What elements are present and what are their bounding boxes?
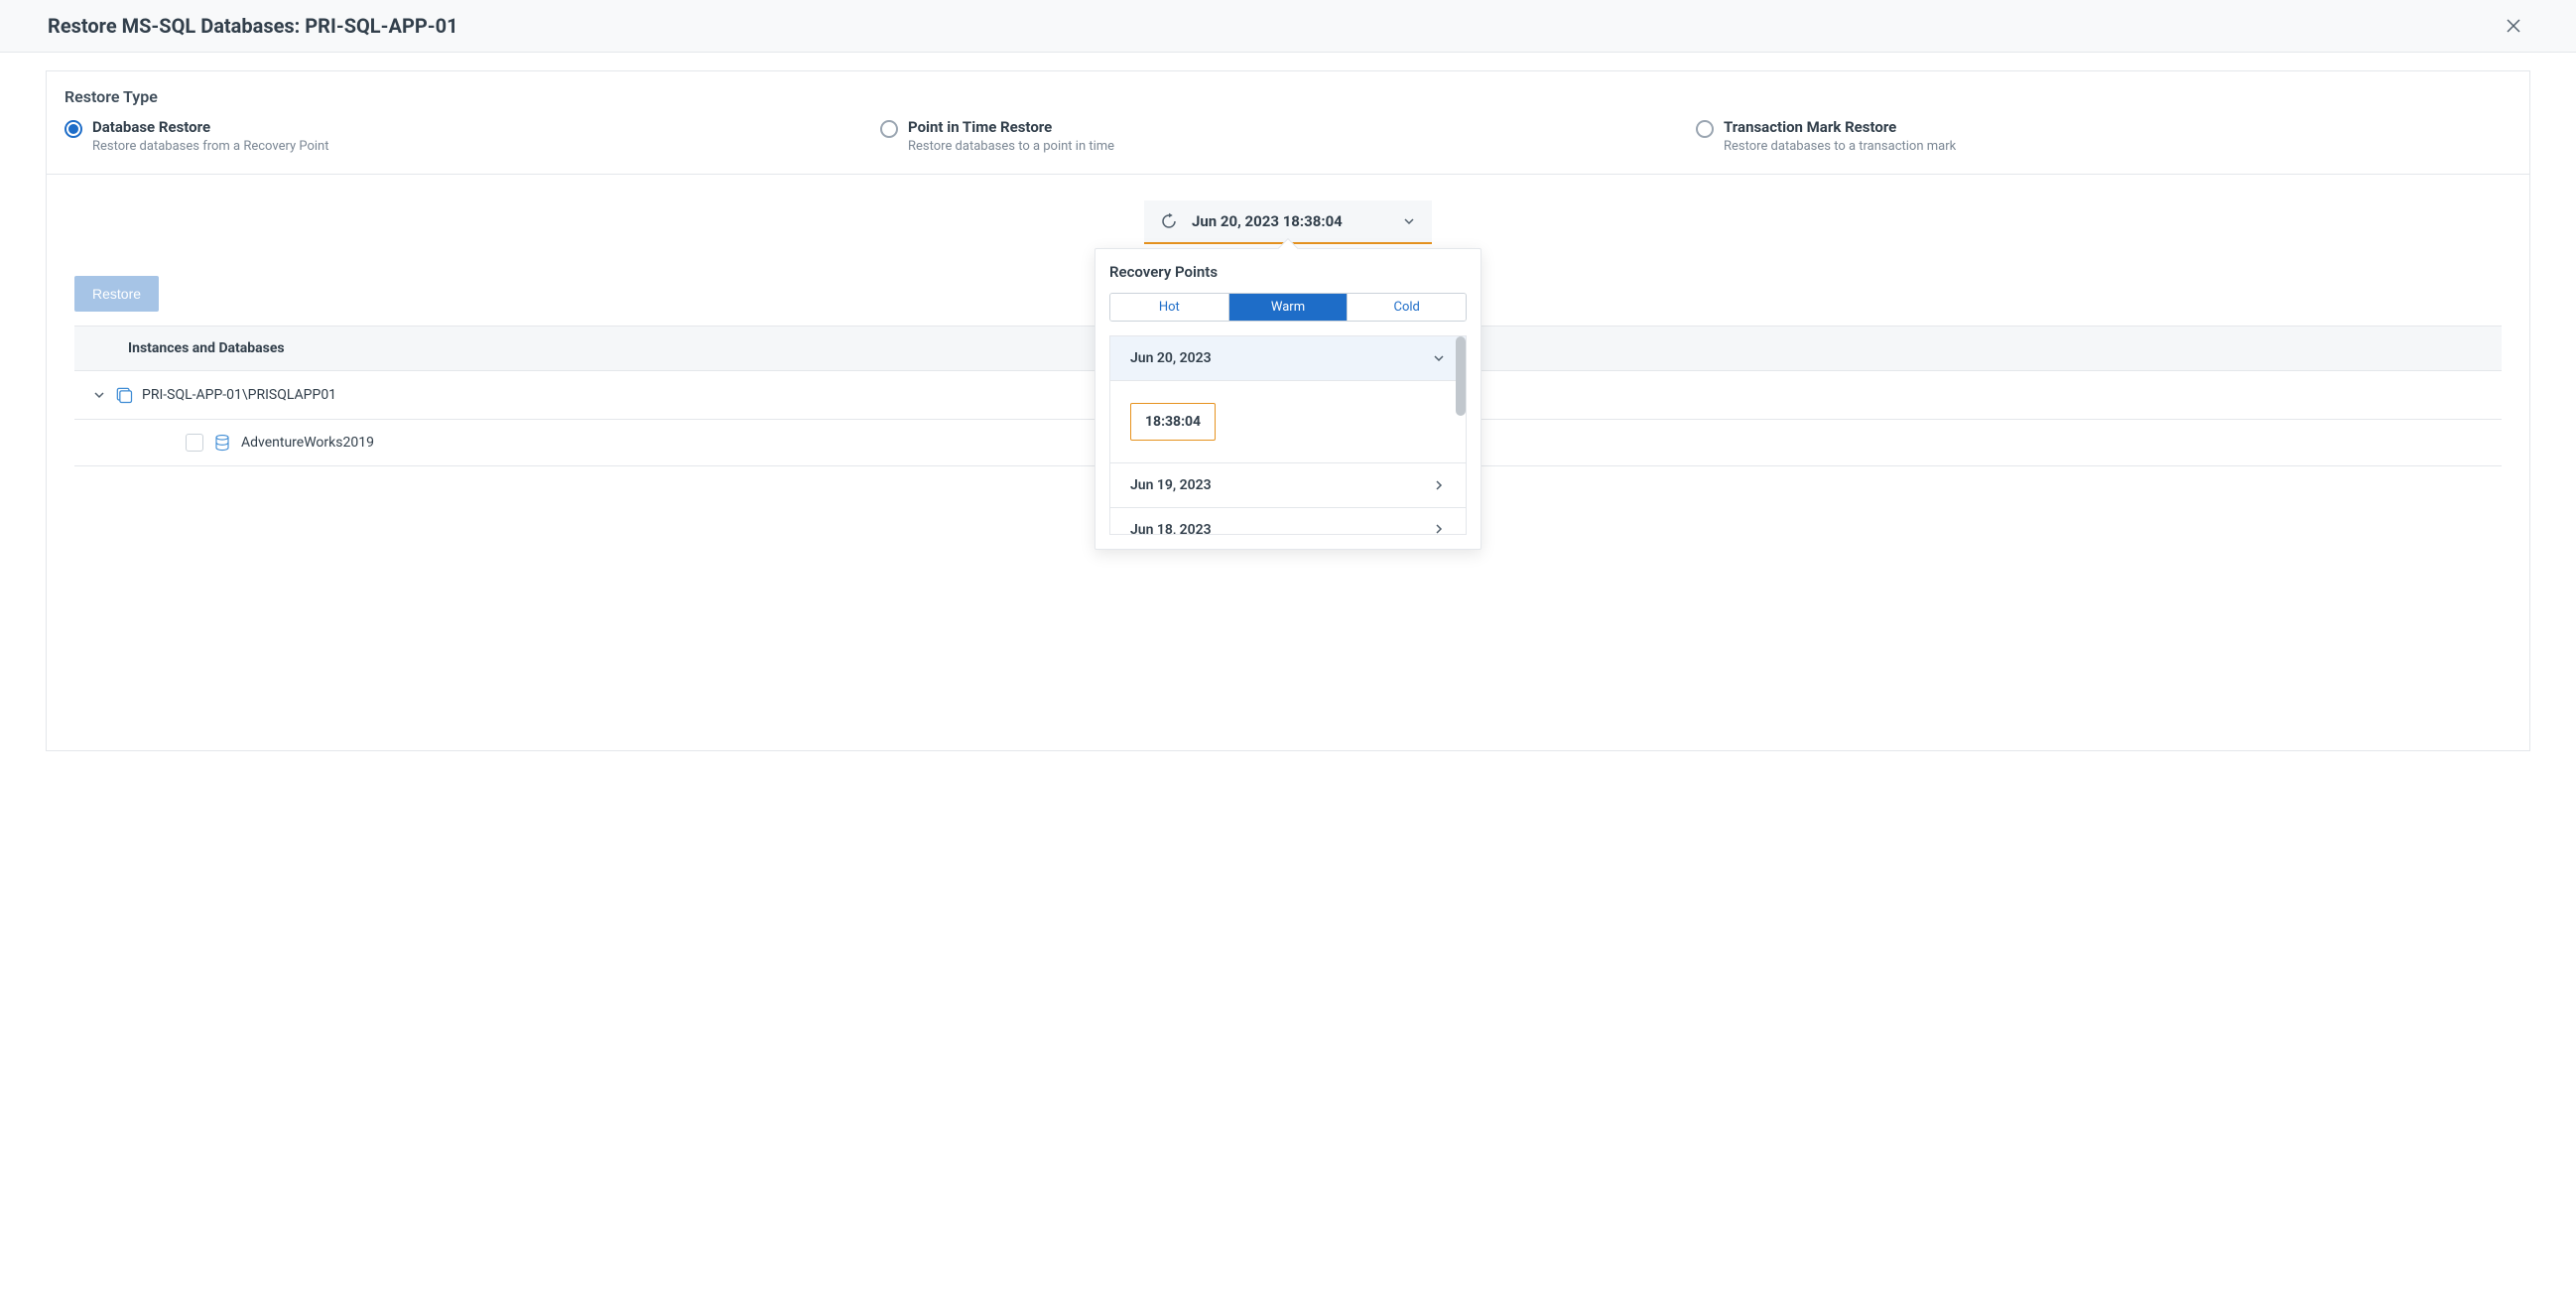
segment-cold[interactable]: Cold (1348, 294, 1466, 321)
restore-type-label: Point in Time Restore (908, 118, 1114, 136)
segment-hot[interactable]: Hot (1110, 294, 1229, 321)
chevron-down-icon (1402, 214, 1416, 228)
chevron-down-icon[interactable] (92, 388, 106, 402)
restore-type-pit[interactable]: Point in Time Restore Restore databases … (880, 118, 1696, 154)
date-row[interactable]: Jun 19, 2023 (1110, 463, 1466, 508)
modal-title: Restore MS-SQL Databases: PRI-SQL-APP-01 (48, 14, 458, 38)
popover-title: Recovery Points (1109, 263, 1467, 281)
date-row[interactable]: Jun 20, 2023 (1110, 336, 1466, 381)
segment-warm[interactable]: Warm (1229, 294, 1349, 321)
scrollbar-thumb[interactable] (1456, 336, 1466, 416)
temperature-segment: Hot Warm Cold (1109, 293, 1467, 322)
chevron-right-icon (1432, 478, 1446, 492)
restore-type-group: Database Restore Restore databases from … (47, 118, 2529, 175)
radio-icon (1696, 120, 1714, 138)
date-label: Jun 19, 2023 (1130, 477, 1212, 493)
radio-icon (880, 120, 898, 138)
database-icon (213, 434, 231, 452)
restore-type-desc: Restore databases to a point in time (908, 139, 1114, 154)
restore-type-database[interactable]: Database Restore Restore databases from … (64, 118, 880, 154)
modal-header: Restore MS-SQL Databases: PRI-SQL-APP-01 (0, 0, 2576, 53)
date-row[interactable]: Jun 18, 2023 (1110, 508, 1466, 534)
chevron-right-icon (1432, 522, 1446, 534)
restore-type-label: Database Restore (92, 118, 328, 136)
date-label: Jun 18, 2023 (1130, 522, 1212, 534)
database-name: AdventureWorks2019 (241, 435, 374, 451)
chevron-down-icon (1432, 351, 1446, 365)
restore-type-label: Transaction Mark Restore (1724, 118, 1956, 136)
time-chip[interactable]: 18:38:04 (1130, 403, 1216, 441)
server-stack-icon (114, 385, 134, 405)
time-chips: 18:38:04 (1110, 381, 1466, 463)
dates-list[interactable]: Jun 20, 2023 18:38:04 Jun 19, 2023 Jun 1… (1109, 335, 1467, 535)
restore-type-desc: Restore databases from a Recovery Point (92, 139, 328, 154)
restore-panel: Restore Type Database Restore Restore da… (46, 70, 2530, 751)
restore-type-heading: Restore Type (47, 71, 2529, 118)
content-area: Jun 20, 2023 18:38:04 Restore Instances … (47, 175, 2529, 711)
restore-type-txn-mark[interactable]: Transaction Mark Restore Restore databas… (1696, 118, 2512, 154)
close-icon[interactable] (2499, 15, 2528, 37)
selected-datetime: Jun 20, 2023 18:38:04 (1192, 212, 1388, 230)
restore-type-desc: Restore databases to a transaction mark (1724, 139, 1956, 154)
radio-icon (64, 120, 82, 138)
instance-name: PRI-SQL-APP-01\PRISQLAPP01 (142, 387, 336, 403)
recovery-points-popover: Recovery Points Hot Warm Cold Jun 20, 20… (1095, 248, 1481, 550)
database-checkbox[interactable] (186, 434, 203, 452)
restore-button[interactable]: Restore (74, 276, 159, 312)
refresh-icon (1160, 212, 1178, 230)
date-label: Jun 20, 2023 (1130, 350, 1212, 366)
